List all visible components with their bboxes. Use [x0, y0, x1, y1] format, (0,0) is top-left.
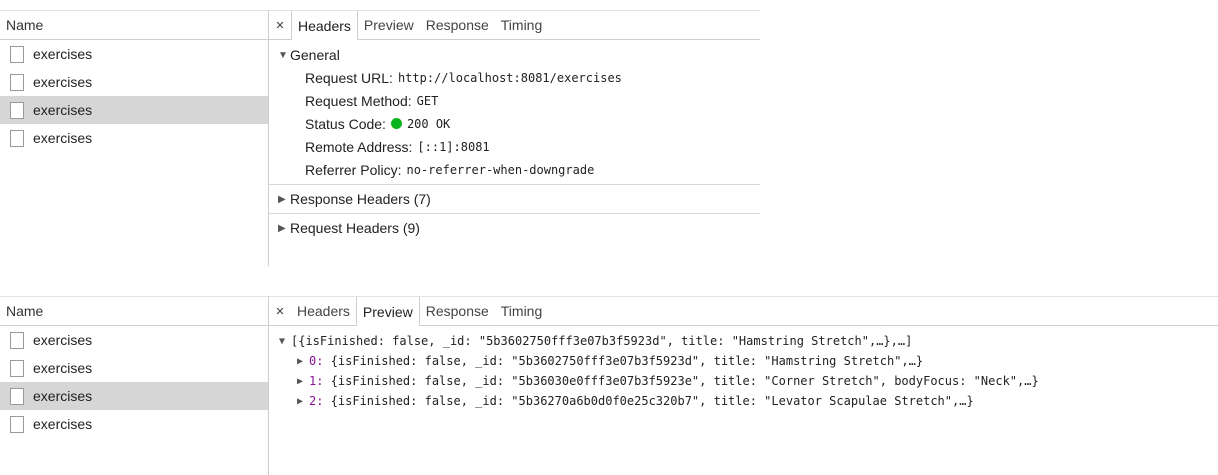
request-row[interactable]: exercises	[0, 326, 268, 354]
status-code-label: Status Code:	[305, 115, 386, 132]
request-name: exercises	[33, 416, 93, 432]
json-preview: ▼ [{isFinished: false, _id: "5b3602750ff…	[269, 326, 1218, 411]
tab-timing[interactable]: Timing	[495, 297, 549, 325]
referrer-policy-label: Referrer Policy:	[305, 161, 402, 178]
name-column-header[interactable]: Name	[0, 296, 268, 326]
request-row-selected[interactable]: exercises	[0, 96, 268, 124]
tab-headers[interactable]: Headers	[291, 297, 356, 325]
general-toggle[interactable]: ▼ General	[269, 44, 760, 66]
close-icon[interactable]: ×	[269, 297, 291, 325]
request-method-value: GET	[416, 93, 439, 108]
json-item-summary: {isFinished: false, _id: "5b3602750fff3e…	[330, 354, 924, 368]
request-name: exercises	[33, 360, 93, 376]
name-column-header[interactable]: Name	[0, 10, 268, 40]
triangle-right-icon: ▶	[278, 193, 286, 205]
network-panel-preview: Name exercises exercises exercises exerc…	[0, 296, 1218, 475]
network-panel-headers: Name exercises exercises exercises exerc…	[0, 10, 760, 266]
remote-address-row: Remote Address: [::1]:8081	[269, 135, 760, 158]
response-headers-toggle[interactable]: ▶ Response Headers (7)	[269, 185, 760, 213]
detail-tabbar: × Headers Preview Response Timing	[269, 296, 1218, 326]
document-icon	[10, 331, 24, 349]
document-icon	[10, 359, 24, 377]
json-item-summary: {isFinished: false, _id: "5b36030e0fff3e…	[330, 374, 1039, 388]
document-icon	[10, 129, 24, 147]
status-code-value: 200 OK	[406, 116, 451, 131]
request-url-value: http://localhost:8081/exercises	[397, 70, 622, 85]
general-section: ▼ General Request URL: http://localhost:…	[269, 44, 760, 242]
remote-address-label: Remote Address:	[305, 138, 413, 155]
json-item-index: 0	[309, 354, 317, 368]
tab-headers[interactable]: Headers	[291, 11, 358, 40]
json-item-index: 2	[309, 394, 317, 408]
request-detail: × Headers Preview Response Timing ▼ Gene…	[269, 10, 760, 265]
request-row-selected[interactable]: exercises	[0, 382, 268, 410]
request-row[interactable]: exercises	[0, 68, 268, 96]
triangle-down-icon: ▼	[278, 49, 288, 61]
document-icon	[10, 45, 24, 63]
tab-preview[interactable]: Preview	[358, 11, 420, 39]
request-name: exercises	[33, 74, 93, 90]
general-title: General	[290, 47, 340, 63]
document-icon	[10, 387, 24, 405]
request-name: exercises	[33, 102, 93, 118]
request-name: exercises	[33, 46, 93, 62]
status-code-row: Status Code: 200 OK	[269, 112, 760, 135]
request-name: exercises	[33, 332, 93, 348]
document-icon	[10, 415, 24, 433]
close-icon[interactable]: ×	[269, 11, 291, 39]
referrer-policy-value: no-referrer-when-downgrade	[406, 162, 595, 177]
json-root-toggle[interactable]: ▼ [{isFinished: false, _id: "5b3602750ff…	[269, 331, 1218, 351]
response-headers-title: Response Headers (7)	[290, 191, 431, 207]
request-headers-toggle[interactable]: ▶ Request Headers (9)	[269, 214, 760, 242]
tab-timing[interactable]: Timing	[495, 11, 549, 39]
json-item-toggle[interactable]: ▶ 0: {isFinished: false, _id: "5b3602750…	[269, 351, 1218, 371]
document-icon	[10, 73, 24, 91]
request-row[interactable]: exercises	[0, 354, 268, 382]
json-item-summary: {isFinished: false, _id: "5b36270a6b0d0f…	[330, 394, 974, 408]
request-row[interactable]: exercises	[0, 40, 268, 68]
tab-preview[interactable]: Preview	[355, 297, 420, 326]
json-item-toggle[interactable]: ▶ 2: {isFinished: false, _id: "5b36270a6…	[269, 391, 1218, 411]
request-name: exercises	[33, 130, 93, 146]
request-url-label: Request URL:	[305, 69, 393, 86]
document-icon	[10, 101, 24, 119]
triangle-right-icon: ▶	[278, 222, 286, 234]
tab-response[interactable]: Response	[420, 297, 495, 325]
request-headers-title: Request Headers (9)	[290, 220, 420, 236]
request-detail: × Headers Preview Response Timing ▼ [{is…	[269, 296, 1218, 475]
referrer-policy-row: Referrer Policy: no-referrer-when-downgr…	[269, 158, 760, 181]
tab-response[interactable]: Response	[420, 11, 495, 39]
triangle-right-icon: ▶	[297, 375, 304, 387]
json-item-toggle[interactable]: ▶ 1: {isFinished: false, _id: "5b36030e0…	[269, 371, 1218, 391]
triangle-right-icon: ▶	[297, 395, 304, 407]
request-row[interactable]: exercises	[0, 124, 268, 152]
request-method-row: Request Method: GET	[269, 89, 760, 112]
remote-address-value: [::1]:8081	[417, 139, 490, 154]
request-row[interactable]: exercises	[0, 410, 268, 438]
request-list: Name exercises exercises exercises exerc…	[0, 10, 269, 266]
request-list: Name exercises exercises exercises exerc…	[0, 296, 269, 475]
triangle-down-icon: ▼	[279, 335, 286, 347]
request-name: exercises	[33, 388, 93, 404]
status-ok-icon	[390, 118, 402, 129]
detail-tabbar: × Headers Preview Response Timing	[269, 10, 760, 40]
json-root-summary: [{isFinished: false, _id: "5b3602750fff3…	[291, 334, 913, 348]
triangle-right-icon: ▶	[297, 355, 304, 367]
request-method-label: Request Method:	[305, 92, 412, 109]
request-url-row: Request URL: http://localhost:8081/exerc…	[269, 66, 760, 89]
json-item-index: 1	[309, 374, 317, 388]
